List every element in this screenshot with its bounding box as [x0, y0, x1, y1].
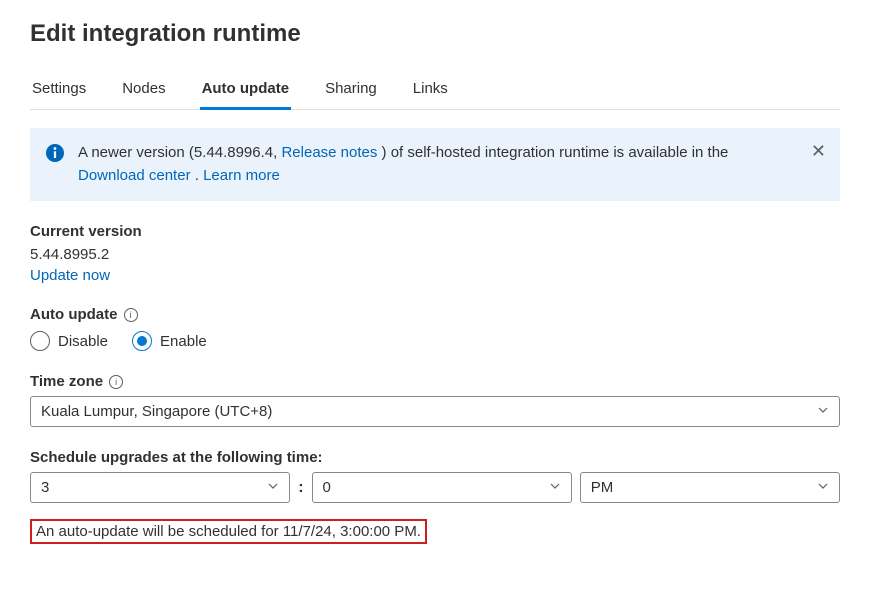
hour-select[interactable]: 3 [30, 472, 290, 503]
info-help-icon[interactable]: i [109, 375, 123, 389]
current-version-value: 5.44.8995.2 [30, 246, 840, 263]
auto-update-label-text: Auto update [30, 306, 118, 323]
release-notes-link[interactable]: Release notes [281, 144, 377, 161]
tabs-bar: Settings Nodes Auto update Sharing Links [30, 72, 840, 110]
banner-text-mid: ) of self-hosted integration runtime is … [377, 144, 728, 161]
close-icon[interactable]: ✕ [811, 142, 826, 160]
timezone-block: Time zone i Kuala Lumpur, Singapore (UTC… [30, 373, 840, 427]
ampm-select[interactable]: PM [580, 472, 840, 503]
minute-select[interactable]: 0 [312, 472, 572, 503]
current-version-block: Current version 5.44.8995.2 Update now [30, 223, 840, 284]
hour-value: 3 [41, 479, 49, 496]
chevron-down-icon [817, 479, 829, 496]
info-help-icon[interactable]: i [124, 308, 138, 322]
update-now-link[interactable]: Update now [30, 267, 110, 284]
current-version-label: Current version [30, 223, 840, 240]
radio-enable[interactable]: Enable [132, 331, 207, 351]
timezone-label-text: Time zone [30, 373, 103, 390]
banner-text-pre: A newer version (5.44.8996.4, [78, 144, 281, 161]
scheduled-text: An auto-update will be scheduled for 11/… [30, 519, 427, 544]
page-title: Edit integration runtime [30, 20, 840, 48]
tab-nodes[interactable]: Nodes [120, 72, 167, 109]
download-center-link[interactable]: Download center [78, 167, 191, 184]
radio-enable-label: Enable [160, 333, 207, 350]
chevron-down-icon [549, 479, 561, 496]
ampm-value: PM [591, 479, 614, 496]
timezone-label: Time zone i [30, 373, 840, 390]
auto-update-label: Auto update i [30, 306, 840, 323]
tab-settings[interactable]: Settings [30, 72, 88, 109]
radio-circle-icon [30, 331, 50, 351]
info-icon [46, 144, 64, 162]
schedule-time-row: 3 : 0 PM [30, 472, 840, 503]
chevron-down-icon [267, 479, 279, 496]
info-text: A newer version (5.44.8996.4, Release no… [78, 142, 824, 187]
info-banner: A newer version (5.44.8996.4, Release no… [30, 128, 840, 201]
auto-update-radio-group: Disable Enable [30, 331, 840, 351]
banner-sep: . [191, 167, 204, 184]
auto-update-block: Auto update i Disable Enable [30, 306, 840, 351]
radio-disable[interactable]: Disable [30, 331, 108, 351]
timezone-value: Kuala Lumpur, Singapore (UTC+8) [41, 403, 272, 420]
tab-links[interactable]: Links [411, 72, 450, 109]
tab-auto-update[interactable]: Auto update [200, 72, 292, 109]
time-colon: : [298, 479, 303, 497]
tab-sharing[interactable]: Sharing [323, 72, 379, 109]
radio-disable-label: Disable [58, 333, 108, 350]
minute-value: 0 [323, 479, 331, 496]
schedule-block: Schedule upgrades at the following time:… [30, 449, 840, 544]
radio-circle-icon [132, 331, 152, 351]
learn-more-link[interactable]: Learn more [203, 167, 280, 184]
timezone-select[interactable]: Kuala Lumpur, Singapore (UTC+8) [30, 396, 840, 427]
schedule-label: Schedule upgrades at the following time: [30, 449, 840, 466]
chevron-down-icon [817, 403, 829, 420]
